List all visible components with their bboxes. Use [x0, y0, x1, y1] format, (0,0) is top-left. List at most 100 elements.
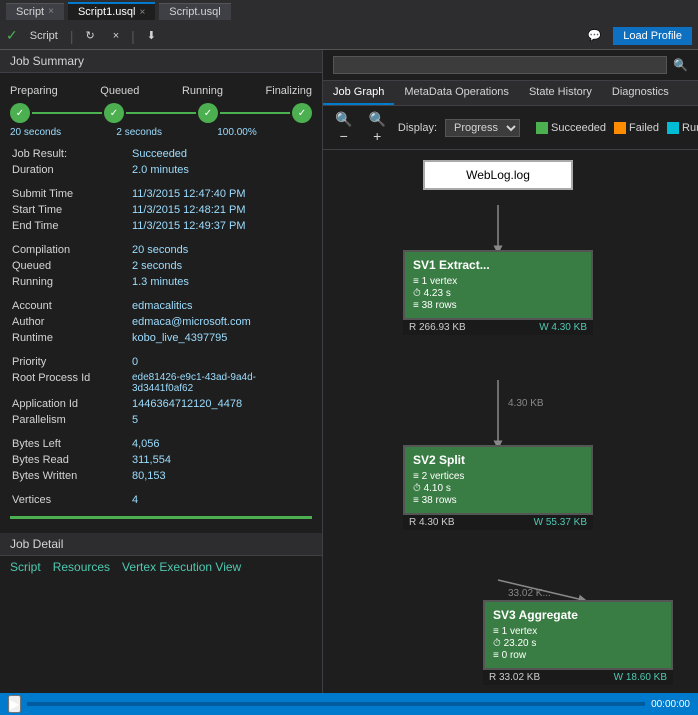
graph-toolbar: 🔍− 🔍+ Display: Progress Data Time Succee…: [323, 106, 698, 150]
vertices-value: 4: [130, 492, 312, 508]
sv1-stat-time: ⏱ 4.23 s: [413, 288, 583, 299]
download-button[interactable]: ⬇: [141, 27, 162, 44]
tab-script-label: Script: [16, 6, 44, 18]
sv2-box: SV2 Split ≡ 2 vertices ⏱ 4.10 s ≡ 38 row…: [403, 445, 593, 515]
compilation-value: 20 seconds: [130, 242, 312, 258]
toolbar: ✓ Script | ↻ × | ⬇ 💬 Load Profile: [0, 22, 698, 50]
job-result-label: Job Result:: [10, 146, 130, 162]
sv3-stat-time: ⏱ 23.20 s: [493, 638, 663, 649]
message-icon: 💬: [588, 29, 602, 42]
display-label: Display:: [398, 122, 437, 134]
running-legend-label: Running: [682, 122, 698, 134]
main-layout: Job Summary Preparing Queued Running Fin…: [0, 50, 698, 693]
bytes-read-label: Bytes Read: [10, 452, 130, 468]
legend: Succeeded Failed Running Waiting: [536, 122, 698, 134]
bytes-left-label: Bytes Left: [10, 436, 130, 452]
tabs-row: Job Graph MetaData Operations State Hist…: [323, 81, 698, 106]
tab-job-graph[interactable]: Job Graph: [323, 81, 394, 105]
download-icon: ⬇: [147, 29, 156, 42]
edge-label-sv2-sv3: 33.02 K...: [508, 588, 551, 599]
sv2-stat-rows: ≡ 38 rows: [413, 495, 583, 506]
application-id-value: 1446364712120_4478: [130, 396, 312, 412]
search-input[interactable]: [333, 56, 667, 74]
running-stage-label: Running: [182, 85, 223, 97]
left-panel: Job Summary Preparing Queued Running Fin…: [0, 50, 323, 693]
graph-content: WebLog.log SV1 Extract... ≡ 1 vertex ⏱ 4…: [323, 150, 698, 693]
sv2-footer: R 4.30 KB W 55.37 KB: [403, 515, 593, 530]
message-button[interactable]: 💬: [582, 27, 608, 44]
sv2-r-value: R 4.30 KB: [409, 517, 455, 528]
vertices-label: Vertices: [10, 492, 130, 508]
running-circle: ✓: [198, 103, 218, 123]
sv3-r-value: R 33.02 KB: [489, 672, 540, 683]
edge-label-sv1-sv2: 4.30 KB: [508, 398, 544, 409]
progress-bar-container: [27, 702, 645, 706]
sv2-stat-vertices: ≡ 2 vertices: [413, 471, 583, 482]
bottom-bar: ▶ 00:00:00: [0, 693, 698, 715]
sv2-node[interactable]: SV2 Split ≡ 2 vertices ⏱ 4.10 s ≡ 38 row…: [403, 445, 593, 530]
weblog-node[interactable]: WebLog.log: [423, 160, 573, 190]
submit-time-value: 11/3/2015 12:47:40 PM: [130, 186, 312, 202]
bytes-read-value: 311,554: [130, 452, 312, 468]
refresh-button[interactable]: ↻: [80, 27, 101, 44]
search-icon[interactable]: 🔍: [673, 58, 688, 72]
tab-script1-close[interactable]: ×: [139, 7, 145, 18]
job-detail-script-link[interactable]: Script: [10, 560, 41, 574]
queued-circle: ✓: [104, 103, 124, 123]
legend-succeeded: Succeeded: [536, 122, 606, 134]
submit-time-label: Submit Time: [10, 186, 130, 202]
author-value: edmaca@microsoft.com: [130, 314, 312, 330]
running-time: 100.00%: [217, 127, 256, 138]
job-detail-links: Script Resources Vertex Execution View: [10, 556, 312, 574]
sv1-r-value: R 266.93 KB: [409, 322, 466, 333]
right-panel: 🔍 Job Graph MetaData Operations State Hi…: [323, 50, 698, 693]
preparing-circle: ✓: [10, 103, 30, 123]
load-profile-button[interactable]: Load Profile: [613, 27, 692, 45]
running-value: 1.3 minutes: [130, 274, 312, 290]
bytes-written-value: 80,153: [130, 468, 312, 484]
tab-script[interactable]: Script ×: [6, 3, 64, 20]
tab-diagnostics[interactable]: Diagnostics: [602, 81, 679, 105]
tab-metadata-operations[interactable]: MetaData Operations: [394, 81, 519, 105]
check-icon: ✓: [6, 27, 18, 44]
sv3-footer: R 33.02 KB W 18.60 KB: [483, 670, 673, 685]
close-button[interactable]: ×: [107, 28, 125, 44]
tab-state-history[interactable]: State History: [519, 81, 602, 105]
failed-dot: [614, 122, 626, 134]
end-time-value: 11/3/2015 12:49:37 PM: [130, 218, 312, 234]
play-button[interactable]: ▶: [8, 695, 21, 713]
zoom-out-button[interactable]: 🔍−: [331, 110, 356, 145]
tab-script2[interactable]: Script.usql: [159, 3, 230, 20]
zoom-in-button[interactable]: 🔍+: [364, 110, 389, 145]
job-detail-vertex-execution-link[interactable]: Vertex Execution View: [122, 560, 241, 574]
root-process-id-label: Root Process Id: [10, 370, 130, 396]
author-label: Author: [10, 314, 130, 330]
tab-script-close[interactable]: ×: [48, 6, 54, 17]
sv2-title: SV2 Split: [413, 453, 583, 467]
search-bar: 🔍: [323, 50, 698, 81]
sv3-stat-vertices: ≡ 1 vertex: [493, 626, 663, 637]
bytes-left-value: 4,056: [130, 436, 312, 452]
sv1-title: SV1 Extract...: [413, 258, 583, 272]
time-display: 00:00:00: [651, 699, 690, 710]
queued-time: 2 seconds: [116, 127, 162, 138]
refresh-icon: ↻: [86, 29, 95, 42]
job-result-value: Succeeded: [130, 146, 312, 162]
succeeded-label: Succeeded: [551, 122, 606, 134]
compilation-label: Compilation: [10, 242, 130, 258]
succeeded-dot: [536, 122, 548, 134]
parallelism-label: Parallelism: [10, 412, 130, 428]
tab-script1[interactable]: Script1.usql ×: [68, 2, 155, 20]
job-summary: Preparing Queued Running Finalizing ✓ ✓: [0, 73, 322, 527]
sv3-title: SV3 Aggregate: [493, 608, 663, 622]
display-select[interactable]: Progress Data Time: [445, 119, 520, 137]
legend-failed: Failed: [614, 122, 659, 134]
sv1-node[interactable]: SV1 Extract... ≡ 1 vertex ⏱ 4.23 s ≡ 38 …: [403, 250, 593, 335]
sv3-stat-rows: ≡ 0 row: [493, 650, 663, 661]
running-dot: [667, 122, 679, 134]
job-detail-resources-link[interactable]: Resources: [53, 560, 110, 574]
divider: [10, 516, 312, 519]
script-button[interactable]: Script: [24, 28, 64, 44]
sv3-box: SV3 Aggregate ≡ 1 vertex ⏱ 23.20 s ≡ 0 r…: [483, 600, 673, 670]
sv3-node[interactable]: SV3 Aggregate ≡ 1 vertex ⏱ 23.20 s ≡ 0 r…: [483, 600, 673, 685]
